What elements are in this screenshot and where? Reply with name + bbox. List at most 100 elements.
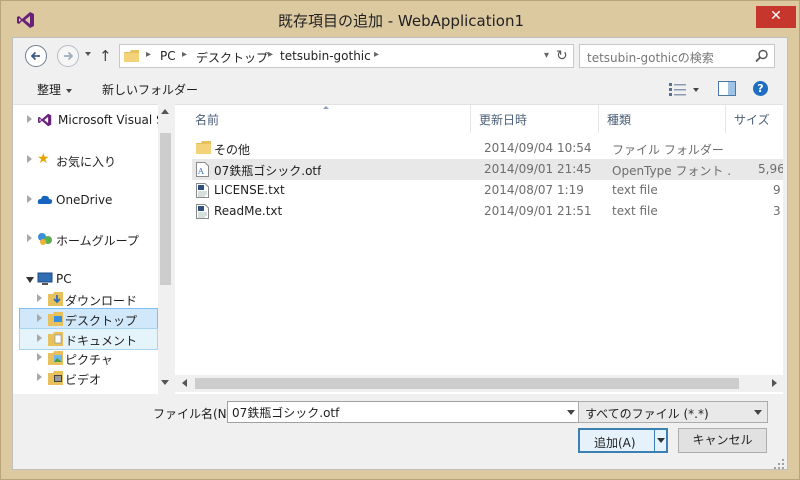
tree-item-videos[interactable]: ビデオ [13,368,158,390]
homegroup-icon [38,233,52,245]
resize-grip-icon[interactable] [773,458,785,470]
expand-chevron-icon[interactable] [27,234,32,242]
navigation-pane[interactable]: Microsoft Visual S ★ お気に入り OneDrive ホームグ… [13,104,173,394]
tree-item-onedrive[interactable]: OneDrive [13,190,158,212]
chevron-down-icon [66,88,73,93]
tree-item-documents[interactable]: ドキュメント [19,328,158,350]
tree-item-desktop[interactable]: デスクトップ [19,308,158,330]
forward-button[interactable] [57,45,79,67]
visual-studio-icon [38,113,52,127]
search-icon[interactable] [755,49,769,63]
font-file-icon: A [196,162,209,177]
breadcrumb-separator[interactable]: ▸ [374,49,379,60]
tree-item-pictures[interactable]: ピクチャ [13,348,158,370]
recent-locations-chevron-icon[interactable] [85,52,91,56]
tree-item-label: お気に入り [56,155,117,169]
tree-item-pc[interactable]: PC [13,269,158,291]
expand-chevron-icon[interactable] [37,353,42,361]
tree-item-label: Microsoft Visual S [58,113,164,127]
add-button[interactable]: 追加(A) [578,428,668,453]
file-type: ファイル フォルダー [612,143,724,157]
breadcrumb-separator[interactable]: ▸ [146,49,151,60]
expand-chevron-icon[interactable] [27,115,32,123]
address-bar[interactable]: ▸ PC ▸ デスクトップ ▸ tetsubin-gothic ▸ ▾ ↻ [119,44,574,68]
navigation-pane-scrollbar[interactable] [158,104,173,394]
refresh-icon[interactable]: ↻ [556,48,568,64]
cancel-button[interactable]: キャンセル [678,428,767,453]
add-options-chevron-icon[interactable] [657,438,665,443]
scroll-right-arrow-icon[interactable] [772,379,777,387]
collapse-chevron-icon[interactable] [26,277,34,283]
tree-item-homegroup[interactable]: ホームグループ [13,229,158,251]
tree-item-label: ドキュメント [65,334,138,348]
column-header-name[interactable]: 名前 [187,105,471,133]
expand-chevron-icon[interactable] [37,314,42,322]
dialog-client: ↑ ▸ PC ▸ デスクトップ ▸ tetsubin-gothic ▸ ▾ ↻ … [12,37,788,470]
search-input[interactable]: tetsubin-gothicの検索 [579,44,775,68]
scroll-down-arrow-icon[interactable] [161,380,169,385]
preview-pane-icon[interactable] [718,81,736,96]
organize-button[interactable]: 整理 [37,81,73,98]
file-date: 2014/09/01 21:45 [484,162,592,176]
address-dropdown-chevron-icon[interactable]: ▾ [544,50,549,61]
view-options-icon[interactable] [669,82,687,96]
tree-item-favorites[interactable]: ★ お気に入り [13,150,158,172]
tree-item-label: ビデオ [65,373,102,387]
file-list-pane[interactable]: 名前 更新日時 種類 サイズ その他 2014/09/04 10:54 ファイル… [175,104,783,394]
file-list-horizontal-scrollbar[interactable] [175,375,783,392]
scrollbar-thumb[interactable] [195,378,739,389]
file-type: OpenType フォント ... [612,164,732,178]
tree-item-label: ホームグループ [56,234,139,248]
svg-text:A: A [197,167,204,176]
new-folder-button[interactable]: 新しいフォルダー [102,81,198,98]
expand-chevron-icon[interactable] [27,195,32,203]
breadcrumb-separator[interactable]: ▸ [182,49,187,60]
scroll-up-arrow-icon[interactable] [161,109,169,114]
breadcrumb-separator[interactable]: ▸ [268,49,273,60]
file-size: 9 [773,183,781,197]
breadcrumb-pc[interactable]: PC [160,49,176,63]
up-arrow-icon[interactable]: ↑ [99,47,112,65]
split-divider [654,430,655,451]
filename-input[interactable] [227,401,582,423]
file-date: 2014/08/07 1:19 [484,183,584,197]
file-name: その他 [214,143,251,157]
filename-dropdown-chevron-icon[interactable] [567,410,575,415]
expand-chevron-icon[interactable] [27,155,32,163]
file-type: text file [612,183,658,197]
back-button[interactable] [25,45,47,67]
documents-folder-icon [48,332,63,346]
text-file-icon [196,183,209,198]
expand-chevron-icon[interactable] [37,334,42,342]
folder-icon [196,141,211,154]
tree-item-label: デスクトップ [65,314,138,328]
help-icon[interactable]: ? [753,81,768,96]
window-title: 既存項目の追加 - WebApplication1 [277,12,524,30]
title-bar[interactable]: 既存項目の追加 - WebApplication1 ✕ [1,1,800,37]
scrollbar-thumb[interactable] [160,133,171,285]
scroll-left-arrow-icon[interactable] [182,379,187,387]
close-button[interactable]: ✕ [756,6,796,28]
file-type-filter-select[interactable]: すべてのファイル (*.*) [578,401,768,423]
column-header-type[interactable]: 種類 [599,105,726,133]
file-row-selected[interactable]: A 07鉄瓶ゴシック.otf 2014/09/01 21:45 OpenType… [192,159,783,180]
view-dropdown-chevron-icon[interactable] [693,88,699,92]
expand-chevron-icon[interactable] [37,373,42,381]
file-date: 2014/09/04 10:54 [484,141,592,155]
arrow-right-icon [64,51,74,61]
column-header-date-modified[interactable]: 更新日時 [471,105,599,133]
computer-icon [37,272,53,285]
add-button-label: 追加(A) [594,436,636,450]
file-row[interactable]: その他 2014/09/04 10:54 ファイル フォルダー [192,138,783,159]
filter-dropdown-chevron-icon[interactable] [754,410,762,415]
desktop-folder-icon [48,312,63,326]
file-size: 3 [773,204,781,218]
tree-item-microsoft-visual-studio[interactable]: Microsoft Visual S [13,110,164,132]
expand-chevron-icon[interactable] [37,294,42,302]
file-row[interactable]: LICENSE.txt 2014/08/07 1:19 text file 9 [192,180,783,201]
breadcrumb-desktop[interactable]: デスクトップ [196,49,268,66]
file-name: ReadMe.txt [214,204,283,218]
column-header-size[interactable]: サイズ [726,105,783,133]
breadcrumb-tetsubin-gothic[interactable]: tetsubin-gothic [280,49,371,63]
file-row[interactable]: ReadMe.txt 2014/09/01 21:51 text file 3 [192,201,783,222]
